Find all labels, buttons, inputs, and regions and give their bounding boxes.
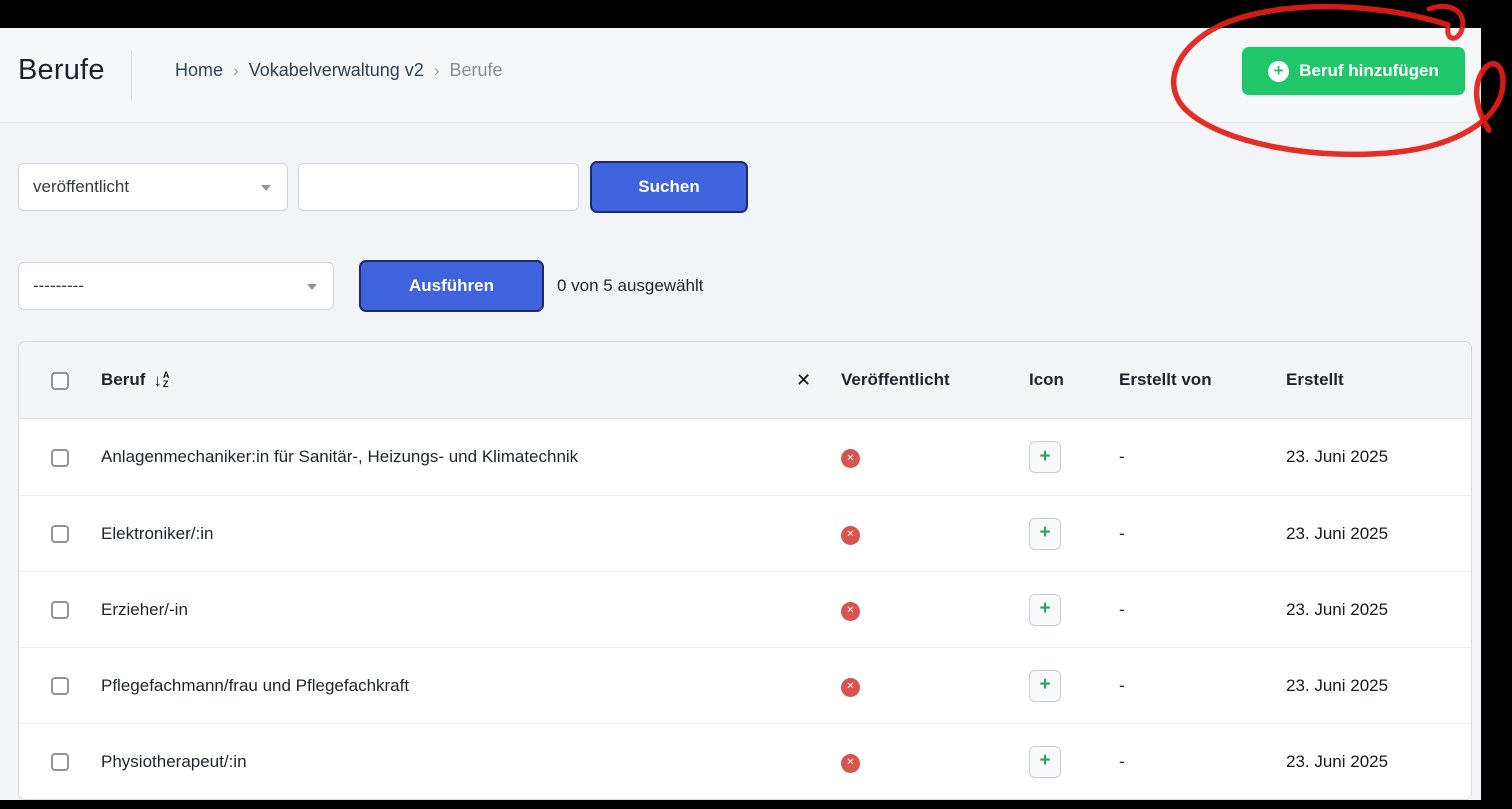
- row-checkbox[interactable]: [51, 677, 69, 695]
- erstellt-value: 23. Juni 2025: [1286, 752, 1388, 771]
- execute-button[interactable]: Ausführen: [359, 260, 544, 312]
- unpublished-icon: ✕: [841, 449, 860, 468]
- add-icon-button[interactable]: +: [1029, 594, 1061, 626]
- sort-letter-z: Z: [163, 380, 170, 389]
- erstellt-value: 23. Juni 2025: [1286, 600, 1388, 619]
- plus-glyph: +: [1039, 523, 1050, 542]
- table-row: Anlagenmechaniker:in für Sanitär-, Heizu…: [19, 419, 1471, 495]
- select-all-checkbox[interactable]: [51, 372, 69, 390]
- column-header-beruf[interactable]: Beruf: [101, 370, 145, 390]
- table-header-row: Beruf ↓ A Z ✕ Veröffentlicht Icon: [19, 342, 1471, 419]
- plus-glyph: +: [1039, 751, 1050, 770]
- unpublished-icon: ✕: [841, 602, 860, 621]
- plus-glyph: +: [1039, 599, 1050, 618]
- beruf-link[interactable]: Erzieher/-in: [101, 600, 188, 619]
- page-title: Berufe: [18, 54, 105, 87]
- add-icon-button[interactable]: +: [1029, 670, 1061, 702]
- add-icon-button[interactable]: +: [1029, 441, 1061, 473]
- row-checkbox[interactable]: [51, 601, 69, 619]
- beruf-link[interactable]: Elektroniker/:in: [101, 524, 213, 543]
- beruf-link[interactable]: Anlagenmechaniker:in für Sanitär-, Heizu…: [101, 447, 578, 466]
- caret-down-icon: [261, 185, 271, 191]
- breadcrumb-section[interactable]: Vokabelverwaltung v2: [249, 60, 424, 81]
- sort-arrow-glyph: ↓: [153, 372, 162, 389]
- add-beruf-button-label: Beruf hinzufügen: [1299, 61, 1439, 81]
- table-row: Physiotherapeut/:in ✕ + -: [19, 723, 1471, 799]
- erstellt-von-value: -: [1119, 600, 1125, 619]
- column-header-icon[interactable]: Icon: [1029, 370, 1064, 389]
- x-glyph: ✕: [846, 682, 854, 692]
- selection-status: 0 von 5 ausgewählt: [557, 272, 704, 300]
- erstellt-von-value: -: [1119, 447, 1125, 466]
- plus-glyph: +: [1039, 675, 1050, 694]
- sort-letters: A Z: [163, 371, 170, 388]
- action-select[interactable]: ---------: [18, 262, 334, 310]
- table-row: Erzieher/-in ✕ + -: [19, 571, 1471, 647]
- row-checkbox[interactable]: [51, 753, 69, 771]
- sort-alpha-down-icon[interactable]: ↓ A Z: [153, 371, 169, 388]
- unpublished-icon: ✕: [841, 678, 860, 697]
- table-row: Elektroniker/:in ✕ + -: [19, 495, 1471, 571]
- row-checkbox[interactable]: [51, 449, 69, 467]
- erstellt-von-value: -: [1119, 524, 1125, 543]
- x-glyph: ✕: [846, 530, 854, 540]
- unpublished-icon: ✕: [841, 526, 860, 545]
- table-body: Anlagenmechaniker:in für Sanitär-, Heizu…: [19, 419, 1471, 799]
- clear-sort-button[interactable]: ✕: [796, 371, 811, 389]
- erstellt-value: 23. Juni 2025: [1286, 524, 1388, 543]
- search-button[interactable]: Suchen: [590, 161, 748, 213]
- published-filter-value: veröffentlicht: [33, 177, 129, 197]
- erstellt-von-value: -: [1119, 752, 1125, 771]
- plus-circle-icon: +: [1268, 61, 1289, 82]
- column-header-erstellt-von[interactable]: Erstellt von: [1119, 370, 1212, 389]
- erstellt-von-value: -: [1119, 676, 1125, 695]
- search-input[interactable]: [298, 163, 579, 211]
- breadcrumb-current: Berufe: [449, 60, 502, 81]
- erstellt-value: 23. Juni 2025: [1286, 676, 1388, 695]
- column-header-veroeffentlicht[interactable]: Veröffentlicht: [841, 370, 950, 389]
- row-checkbox[interactable]: [51, 525, 69, 543]
- breadcrumb: Home › Vokabelverwaltung v2 › Berufe: [175, 60, 503, 81]
- column-header-erstellt[interactable]: Erstellt: [1286, 370, 1344, 389]
- plus-glyph: +: [1039, 447, 1050, 466]
- x-glyph: ✕: [846, 454, 854, 464]
- action-select-value: ---------: [33, 276, 84, 296]
- erstellt-value: 23. Juni 2025: [1286, 447, 1388, 466]
- breadcrumb-home[interactable]: Home: [175, 60, 223, 81]
- page-header: Berufe Home › Vokabelverwaltung v2 › Ber…: [0, 28, 1481, 123]
- published-filter-select[interactable]: veröffentlicht: [18, 163, 288, 211]
- x-glyph: ✕: [846, 758, 854, 768]
- beruf-link[interactable]: Pflegefachmann/frau und Pflegefachkraft: [101, 676, 409, 695]
- caret-down-icon: [307, 284, 317, 290]
- berufe-table: Beruf ↓ A Z ✕ Veröffentlicht Icon: [18, 341, 1472, 800]
- plus-glyph: +: [1274, 62, 1284, 79]
- x-glyph: ✕: [846, 606, 854, 616]
- table-row: Pflegefachmann/frau und Pflegefachkraft …: [19, 647, 1471, 723]
- title-divider: [131, 50, 132, 100]
- breadcrumb-separator: ›: [233, 61, 239, 81]
- admin-page: Berufe Home › Vokabelverwaltung v2 › Ber…: [0, 28, 1481, 800]
- unpublished-icon: ✕: [841, 754, 860, 773]
- breadcrumb-separator: ›: [434, 61, 440, 81]
- beruf-link[interactable]: Physiotherapeut/:in: [101, 752, 247, 771]
- add-beruf-button[interactable]: + Beruf hinzufügen: [1242, 47, 1465, 95]
- add-icon-button[interactable]: +: [1029, 746, 1061, 778]
- add-icon-button[interactable]: +: [1029, 518, 1061, 550]
